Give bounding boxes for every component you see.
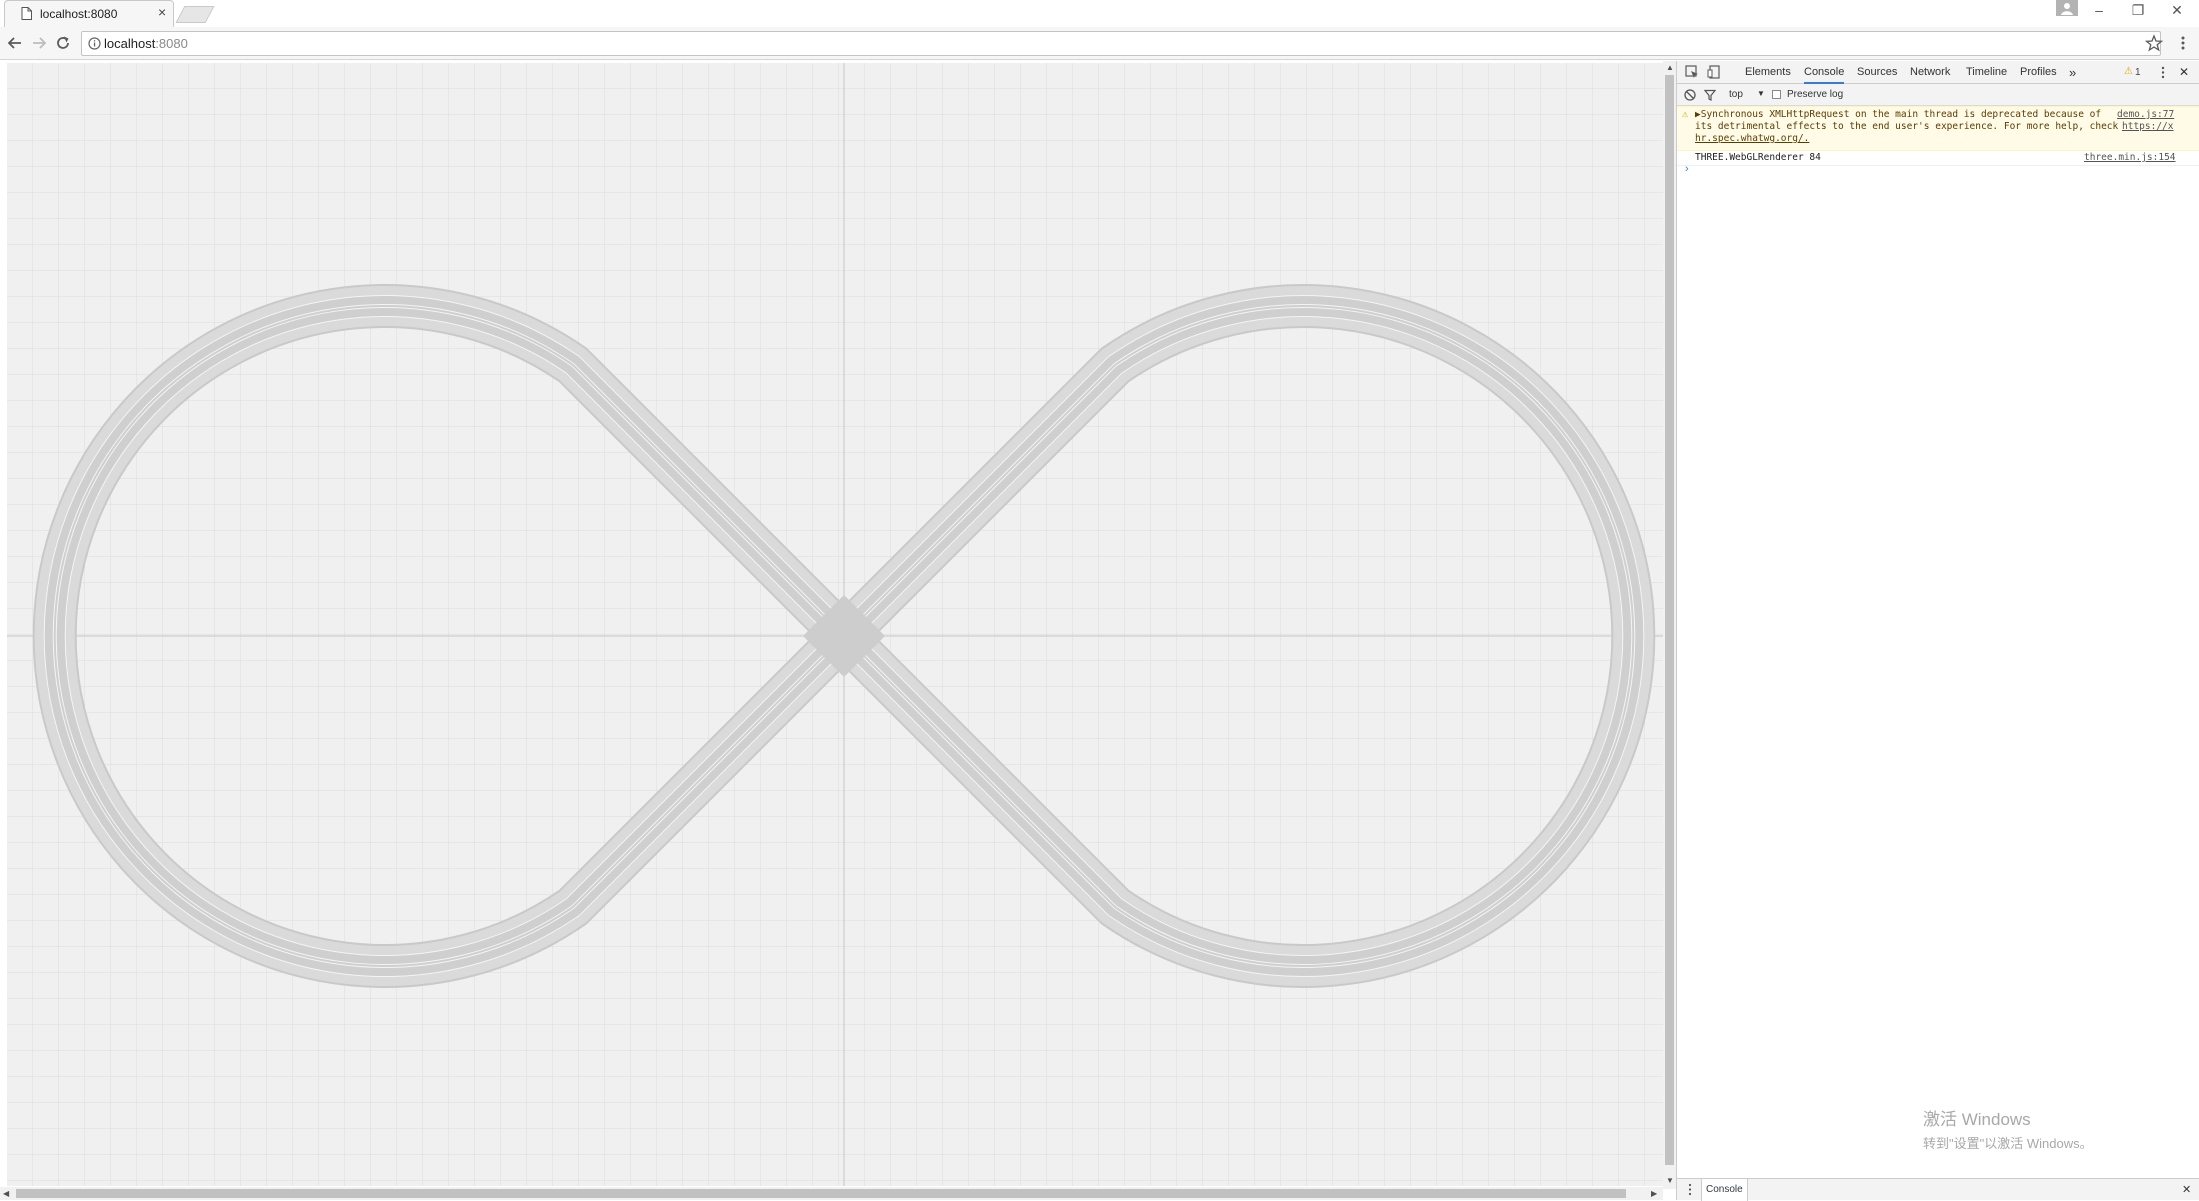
context-select[interactable]: top <box>1729 89 1743 100</box>
info-icon[interactable] <box>88 37 101 50</box>
warning-line-1[interactable]: ▶Synchronous XMLHttpRequest on the main … <box>1695 109 2101 121</box>
console-filterbar: top ▼ Preserve log <box>1677 84 2199 106</box>
tab-sources[interactable]: Sources <box>1857 61 1897 84</box>
menu-icon[interactable] <box>2174 34 2192 52</box>
drawer-console-tab[interactable]: Console <box>1701 1179 1748 1201</box>
windows-activation-watermark: 激活 Windows 转到"设置"以激活 Windows。 <box>1923 1105 2093 1152</box>
scene-svg <box>7 63 1663 1186</box>
scroll-left-icon[interactable]: ◀ <box>3 1189 9 1198</box>
console-warning-message: ⚠ ▶Synchronous XMLHttpRequest on the mai… <box>1677 106 2199 151</box>
tab-profiles[interactable]: Profiles <box>2020 61 2057 84</box>
url-text: localhost:8080 <box>104 36 188 51</box>
watermark-line-2: 转到"设置"以激活 Windows。 <box>1923 1136 2093 1151</box>
drawer-close-icon[interactable]: ✕ <box>2182 1183 2191 1196</box>
address-bar[interactable]: localhost:8080 <box>81 31 2161 56</box>
more-tabs-button[interactable]: » <box>2069 61 2076 84</box>
warning-source-link[interactable]: demo.js:77 <box>2117 109 2174 121</box>
warning-icon[interactable]: ⚠ <box>2124 66 2133 77</box>
window-close-button[interactable]: ✕ <box>2157 0 2197 22</box>
drawer-menu-icon[interactable] <box>1687 1183 1693 1196</box>
clear-icon[interactable] <box>1684 89 1696 101</box>
devtools-panel: Elements Console Sources Network Timelin… <box>1676 61 2199 1201</box>
webgl-canvas[interactable] <box>7 63 1663 1186</box>
vertical-scrollbar[interactable]: ▲ ▼ <box>1663 61 1676 1189</box>
warning-line-3[interactable]: hr.spec.whatwg.org/. <box>1695 133 1809 145</box>
new-tab-button[interactable] <box>175 6 215 23</box>
devtools-tabbar: Elements Console Sources Network Timelin… <box>1677 61 2199 84</box>
profile-icon[interactable] <box>2056 0 2078 16</box>
warning-message-icon: ⚠ <box>1682 109 1689 120</box>
filter-icon[interactable] <box>1704 89 1716 101</box>
preserve-log-label: Preserve log <box>1787 89 1844 100</box>
page-viewport: ▲ ▼ ◀ ▶ <box>0 61 1676 1200</box>
url-host: localhost <box>104 36 156 51</box>
tab-network[interactable]: Network <box>1910 61 1950 84</box>
tab-close-icon[interactable]: × <box>158 4 166 20</box>
inspect-icon[interactable] <box>1685 65 1699 79</box>
log-text: THREE.WebGLRenderer 84 <box>1695 152 1821 163</box>
tab-title: localhost:8080 <box>40 7 118 21</box>
tab-elements[interactable]: Elements <box>1745 61 1791 84</box>
minimize-button[interactable]: – <box>2079 0 2119 22</box>
console-drawer: Console ✕ <box>1677 1178 2199 1201</box>
url-port: :8080 <box>155 36 188 51</box>
browser-tab[interactable]: localhost:8080 × <box>4 0 174 27</box>
reload-icon[interactable] <box>54 34 72 52</box>
tab-console[interactable]: Console <box>1804 61 1845 84</box>
back-icon[interactable] <box>6 34 24 52</box>
console-log-message: THREE.WebGLRenderer 84 three.min.js:154 <box>1677 151 2199 166</box>
watermark-line-1: 激活 Windows <box>1923 1110 2031 1129</box>
warning-count[interactable]: 1 <box>2135 67 2141 78</box>
forward-icon[interactable] <box>30 34 48 52</box>
device-icon[interactable] <box>1707 65 1721 79</box>
warning-help-link[interactable]: https://x <box>2122 121 2173 133</box>
star-icon[interactable] <box>2145 34 2163 52</box>
browser-toolbar: localhost:8080 <box>0 27 2199 60</box>
tab-timeline[interactable]: Timeline <box>1966 61 2007 84</box>
scroll-up-icon[interactable]: ▲ <box>1666 63 1674 72</box>
devtools-close-icon[interactable]: ✕ <box>2179 65 2189 79</box>
warning-line-2: its detrimental effects to the end user'… <box>1695 121 2119 132</box>
scroll-right-icon[interactable]: ▶ <box>1651 1189 1657 1198</box>
scroll-down-icon[interactable]: ▼ <box>1666 1176 1674 1185</box>
page-icon <box>21 7 32 20</box>
console-prompt[interactable]: › <box>1685 163 1689 175</box>
restore-button[interactable]: ❐ <box>2118 0 2158 22</box>
devtools-menu-icon[interactable] <box>2158 66 2168 79</box>
horizontal-scrollbar[interactable]: ◀ ▶ <box>0 1187 1663 1200</box>
context-dropdown-icon[interactable]: ▼ <box>1757 89 1765 98</box>
vertical-scroll-thumb[interactable] <box>1665 75 1674 1165</box>
preserve-log-checkbox[interactable] <box>1772 90 1781 99</box>
horizontal-scroll-thumb[interactable] <box>16 1189 1626 1198</box>
tab-strip: localhost:8080 × – ❐ ✕ <box>0 0 2199 27</box>
log-source-link[interactable]: three.min.js:154 <box>2084 151 2176 165</box>
